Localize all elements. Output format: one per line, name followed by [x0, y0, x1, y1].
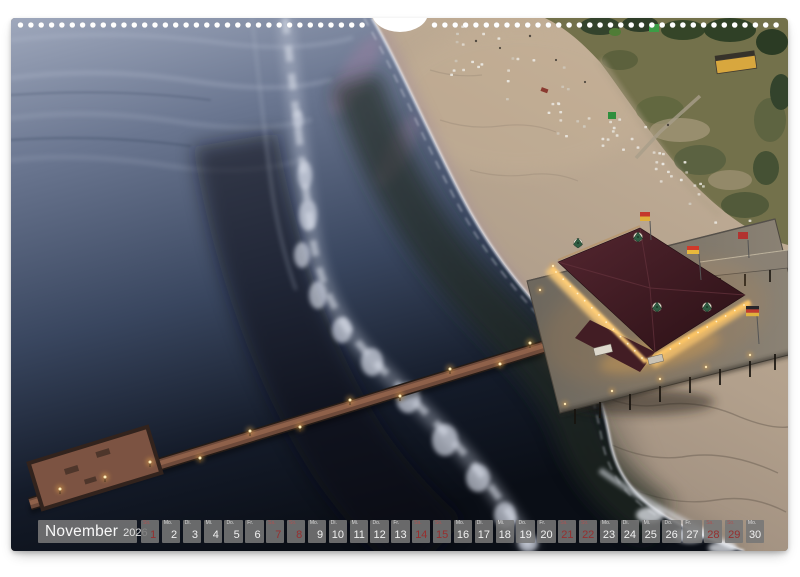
month-name: November [45, 523, 118, 541]
calendar-strip: November 2026 So.1Mo.2Di.3Mi.4Do.5Fr.6Sa… [38, 520, 764, 543]
weekday-label: Do. [226, 521, 234, 526]
weekday-label: Di. [185, 521, 191, 526]
weekday-label: Fr. [685, 521, 691, 526]
day-number: 5 [234, 530, 240, 541]
calendar-day-cell: Di.3 [183, 520, 201, 543]
day-number: 22 [582, 530, 594, 541]
day-number: 20 [540, 530, 552, 541]
day-number: 15 [436, 530, 448, 541]
weekday-label: Mo. [456, 521, 464, 526]
day-number: 23 [603, 530, 615, 541]
day-number: 9 [317, 530, 323, 541]
weekday-label: Do. [518, 521, 526, 526]
calendar-day-cell: Di. 17 [475, 520, 493, 543]
day-number: 8 [296, 530, 302, 541]
calendar-day-cell: Do. 19 [516, 520, 534, 543]
day-number: 21 [561, 530, 573, 541]
weekday-label: Mo. [748, 521, 756, 526]
day-cells: So.1Mo.2Di.3Mi.4Do.5Fr.6Sa.7So.8Mo.9Di.1… [141, 520, 764, 543]
day-number: 2 [171, 530, 177, 541]
white-backdrop: November 2026 So.1Mo.2Di.3Mi.4Do.5Fr.6Sa… [0, 0, 800, 577]
day-number: 27 [686, 530, 698, 541]
weekday-label: Mo. [310, 521, 318, 526]
day-number: 10 [332, 530, 344, 541]
calendar-day-cell: So. 15 [433, 520, 451, 543]
weekday-label: Mi. [206, 521, 213, 526]
day-number: 4 [213, 530, 219, 541]
weekday-label: Fr. [539, 521, 545, 526]
calendar-photo [11, 18, 788, 551]
day-number: 1 [150, 530, 156, 541]
weekday-label: Do. [372, 521, 380, 526]
day-number: 6 [254, 530, 260, 541]
calendar-day-cell: Sa. 28 [704, 520, 722, 543]
calendar-day-cell: Sa. 7 [266, 520, 284, 543]
calendar-day-cell: Fr. 20 [537, 520, 555, 543]
day-number: 3 [192, 530, 198, 541]
calendar-day-cell: So. 1 [141, 520, 159, 543]
day-number: 29 [728, 530, 740, 541]
weekday-label: Sa. [560, 521, 568, 526]
weekday-label: Sa. [268, 521, 276, 526]
calendar-day-cell: Di. 24 [621, 520, 639, 543]
day-number: 16 [457, 530, 469, 541]
calendar-day-cell: Di. 10 [329, 520, 347, 543]
calendar-day-cell: Mi. 25 [642, 520, 660, 543]
calendar-day-cell: So. 22 [579, 520, 597, 543]
day-number: 24 [624, 530, 636, 541]
calendar-day-cell: Mo. 9 [308, 520, 326, 543]
weekday-label: Mi. [352, 521, 359, 526]
day-number: 17 [478, 530, 490, 541]
day-number: 30 [749, 530, 761, 541]
calendar-day-cell: Mo. 16 [454, 520, 472, 543]
weekday-label: Mi. [644, 521, 651, 526]
calendar-day-cell: Fr.6 [245, 520, 263, 543]
calendar-day-cell: Mi. 18 [496, 520, 514, 543]
calendar-day-cell: Sa. 21 [558, 520, 576, 543]
day-number: 19 [519, 530, 531, 541]
day-number: 14 [415, 530, 427, 541]
weekday-label: Fr. [247, 521, 253, 526]
day-number: 12 [373, 530, 385, 541]
calendar-day-cell: So. 29 [725, 520, 743, 543]
calendar-day-cell: Mi.4 [204, 520, 222, 543]
green-bin [608, 112, 616, 119]
weekday-label: So. [581, 521, 589, 526]
calendar-day-cell: So. 8 [287, 520, 305, 543]
weekday-label: Di. [477, 521, 483, 526]
weekday-label: Mo. [164, 521, 172, 526]
weekday-label: So. [143, 521, 151, 526]
day-number: 28 [707, 530, 719, 541]
calendar-day-cell: Mo. 23 [600, 520, 618, 543]
calendar-day-cell: Mo. 2 [162, 520, 180, 543]
day-number: 26 [666, 530, 678, 541]
calendar-day-cell: Do. 26 [662, 520, 680, 543]
calendar-day-cell: Sa. 14 [412, 520, 430, 543]
weekday-label: Di. [623, 521, 629, 526]
weekday-label: So. [727, 521, 735, 526]
weekday-label: Sa. [706, 521, 714, 526]
day-number: 18 [499, 530, 511, 541]
weekday-label: Di. [331, 521, 337, 526]
weekday-label: Mi. [498, 521, 505, 526]
weekday-label: Mo. [602, 521, 610, 526]
weekday-label: So. [289, 521, 297, 526]
weekday-label: Fr. [393, 521, 399, 526]
day-number: 13 [394, 530, 406, 541]
weekday-label: Sa. [414, 521, 422, 526]
month-label-box: November 2026 [38, 520, 137, 543]
calendar-day-cell: Mo. 30 [746, 520, 764, 543]
calendar-day-cell: Fr. 27 [683, 520, 701, 543]
calendar-day-cell: Mi. 11 [350, 520, 368, 543]
weekday-label: Do. [664, 521, 672, 526]
calendar-day-cell: Do. 12 [370, 520, 388, 543]
day-number: 25 [645, 530, 657, 541]
day-number: 11 [353, 530, 364, 541]
calendar-day-cell: Fr. 13 [391, 520, 409, 543]
calendar-day-cell: Do.5 [224, 520, 242, 543]
calendar-page: November 2026 So.1Mo.2Di.3Mi.4Do.5Fr.6Sa… [11, 18, 788, 551]
day-number: 7 [275, 530, 281, 541]
weekday-label: So. [435, 521, 443, 526]
